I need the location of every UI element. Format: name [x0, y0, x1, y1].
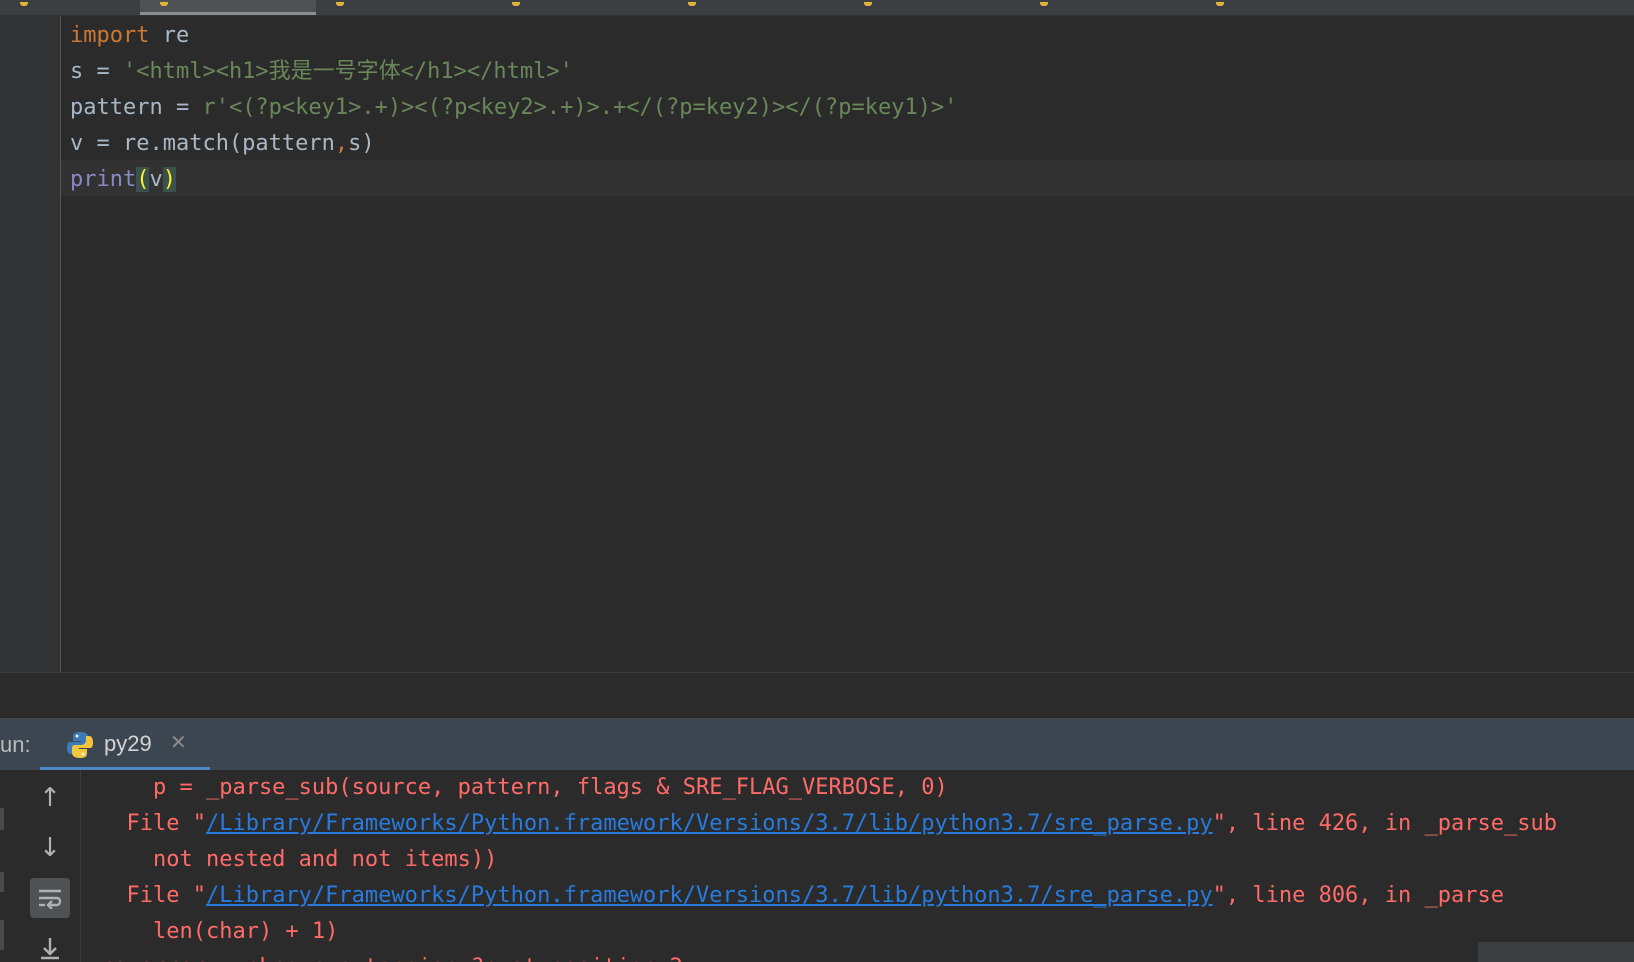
python-file-icon [336, 2, 344, 6]
file-tab[interactable]: py31.py [668, 0, 838, 15]
code-token: '<html><h1>我是一号字体</h1></html>' [122, 59, 573, 84]
console-line: re.error: unknown extension ?p at positi… [100, 950, 1634, 962]
down-arrow-icon[interactable]: ↓ [30, 828, 70, 868]
editor-tab-strip: py27.py py28.pypy29.py py30.py py31.py py32.… [0, 0, 1634, 16]
python-file-icon [688, 2, 696, 6]
file-tab[interactable]: py27.py [0, 0, 130, 15]
code-content[interactable]: import re s = '<html><h1>我是一号字体</h1></htm… [70, 18, 1634, 198]
code-token: r'<(?p<key1>.+)><(?p<key2>.+)>.+</(?p=ke… [202, 95, 958, 120]
console-line: not nested and not items)) [100, 842, 1634, 878]
code-line[interactable]: pattern = r'<(?p<key1>.+)><(?p<key2>.+)>… [70, 90, 1634, 126]
code-token: v [149, 167, 163, 192]
scroll-to-end-icon[interactable] [30, 928, 70, 962]
run-tab-label: py29 [104, 731, 152, 756]
file-path-link[interactable]: /Library/Frameworks/Python.framework/Ver… [206, 811, 1213, 836]
code-line[interactable]: s = '<html><h1>我是一号字体</h1></html>' [70, 54, 1634, 90]
code-token: v = re.match(pattern [70, 131, 335, 156]
python-icon [65, 730, 95, 760]
console-toolbar: ↑ ↓ [0, 770, 81, 962]
toolbar-edge-mark [0, 920, 4, 950]
editor-gutter [0, 16, 61, 672]
code-token: ( [136, 167, 150, 192]
run-panel-header: un: py29 ✕ [0, 718, 1634, 771]
console-line: p = _parse_sub(source, pattern, flags & … [100, 770, 1634, 806]
code-token: s = [70, 59, 123, 84]
ide-window: py27.py py28.pypy29.py py30.py py31.py py32.… [0, 0, 1634, 962]
console-text: ", line 806, in _parse [1212, 883, 1505, 908]
code-token: ) [162, 167, 176, 192]
toolbar-edge-mark [0, 872, 4, 892]
run-tab-py29[interactable]: py29 ✕ [40, 719, 210, 771]
console-text: ", line 426, in _parse_sub [1212, 811, 1557, 836]
code-token: re [149, 23, 190, 48]
up-arrow-icon[interactable]: ↑ [30, 778, 70, 818]
code-line[interactable]: import re [70, 18, 1634, 54]
file-tab[interactable]: py28.py [140, 0, 316, 15]
file-tab[interactable]: py29.py [316, 0, 486, 15]
console-line: File "/Library/Frameworks/Python.framewo… [100, 806, 1634, 842]
console-text: p = _parse_sub(source, pattern, flags & … [100, 775, 948, 800]
code-token: , [334, 131, 349, 156]
toolbar-edge-mark [0, 808, 4, 830]
console-line: len(char) + 1) [100, 914, 1634, 950]
close-icon[interactable]: ✕ [170, 730, 187, 754]
code-editor[interactable]: import re s = '<html><h1>我是一号字体</h1></htm… [0, 16, 1634, 672]
code-token: import [70, 23, 150, 48]
console-text: re.error: unknown extension ?p at positi… [100, 955, 683, 962]
code-token: pattern = [70, 95, 203, 120]
python-file-icon [1216, 2, 1224, 6]
run-console: ↑ ↓ p = _parse_sub(source, pattern, flag [0, 770, 1634, 962]
console-text: not nested and not items)) [100, 847, 498, 872]
file-tab[interactable]: py33.py [1020, 0, 1190, 15]
file-tab[interactable]: py34.py [1196, 0, 1366, 15]
console-text: File " [100, 883, 206, 908]
console-text: len(char) + 1) [100, 919, 339, 944]
python-file-icon [512, 2, 520, 6]
editor-bottom-spacer [0, 672, 1634, 719]
console-text: File " [100, 811, 206, 836]
python-file-icon [20, 2, 28, 6]
code-line[interactable]: v = re.match(pattern,s) [70, 126, 1634, 162]
file-tab[interactable]: py30.py [492, 0, 662, 15]
code-token: print [70, 167, 137, 192]
code-line[interactable]: print(v) [70, 162, 1634, 198]
file-tab[interactable]: py32.py [844, 0, 1014, 15]
console-scrollbar[interactable] [1478, 942, 1634, 962]
code-token: s) [348, 131, 375, 156]
python-file-icon [864, 2, 872, 6]
console-line: File "/Library/Frameworks/Python.framewo… [100, 878, 1634, 914]
run-panel-label: un: [0, 732, 31, 757]
soft-wrap-icon[interactable] [30, 878, 70, 918]
python-file-icon [1040, 2, 1048, 6]
file-path-link[interactable]: /Library/Frameworks/Python.framework/Ver… [206, 883, 1213, 908]
python-file-icon [160, 2, 168, 6]
console-output[interactable]: p = _parse_sub(source, pattern, flags & … [100, 770, 1634, 962]
